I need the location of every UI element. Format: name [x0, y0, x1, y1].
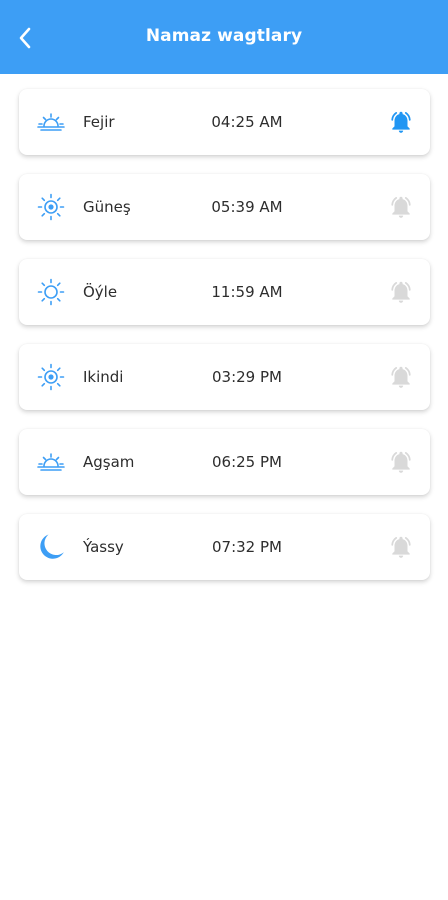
- bell-icon[interactable]: [388, 534, 414, 560]
- back-button[interactable]: [14, 27, 36, 49]
- sun-icon: [37, 193, 65, 221]
- prayer-time: 06:25 PM: [212, 453, 282, 471]
- bell-icon[interactable]: [388, 194, 414, 220]
- prayer-card-fejir: Fejir 04:25 AM: [19, 89, 430, 155]
- prayer-card-agsam: Agşam 06:25 PM: [19, 429, 430, 495]
- prayer-time: 04:25 AM: [211, 113, 283, 131]
- bell-icon[interactable]: [388, 109, 414, 135]
- prayer-name: Fejir: [83, 113, 115, 131]
- moon-icon: [40, 534, 64, 559]
- sunset-icon: [37, 453, 65, 471]
- prayer-time: 05:39 AM: [211, 198, 283, 216]
- app-bar: Namaz wagtlary: [0, 0, 448, 74]
- prayer-name: Ikindi: [83, 368, 124, 386]
- prayer-card-oyle: Öýle 11:59 AM: [19, 259, 430, 325]
- page-title: Namaz wagtlary: [145, 26, 303, 46]
- sun-icon: [37, 278, 65, 306]
- prayer-card-ikindi: Ikindi 03:29 PM: [19, 344, 430, 410]
- prayer-time: 07:32 PM: [212, 538, 282, 556]
- prayer-time: 03:29 PM: [212, 368, 282, 386]
- prayer-times-list: Fejir 04:25 AM Güneş 05:39 AM Öýle 11:59…: [0, 74, 448, 580]
- arrow-back-icon: [19, 27, 31, 49]
- bell-icon[interactable]: [388, 279, 414, 305]
- prayer-time: 11:59 AM: [211, 283, 283, 301]
- prayer-name: Güneş: [83, 198, 131, 216]
- prayer-card-gunes: Güneş 05:39 AM: [19, 174, 430, 240]
- bell-icon[interactable]: [388, 449, 414, 475]
- prayer-name: Öýle: [83, 283, 118, 301]
- prayer-name: Ýassy: [83, 538, 124, 556]
- bell-icon[interactable]: [388, 364, 414, 390]
- sunrise-icon: [37, 113, 65, 131]
- prayer-card-yassy: Ýassy 07:32 PM: [19, 514, 430, 580]
- prayer-name: Agşam: [83, 453, 135, 471]
- sun-icon: [37, 363, 65, 391]
